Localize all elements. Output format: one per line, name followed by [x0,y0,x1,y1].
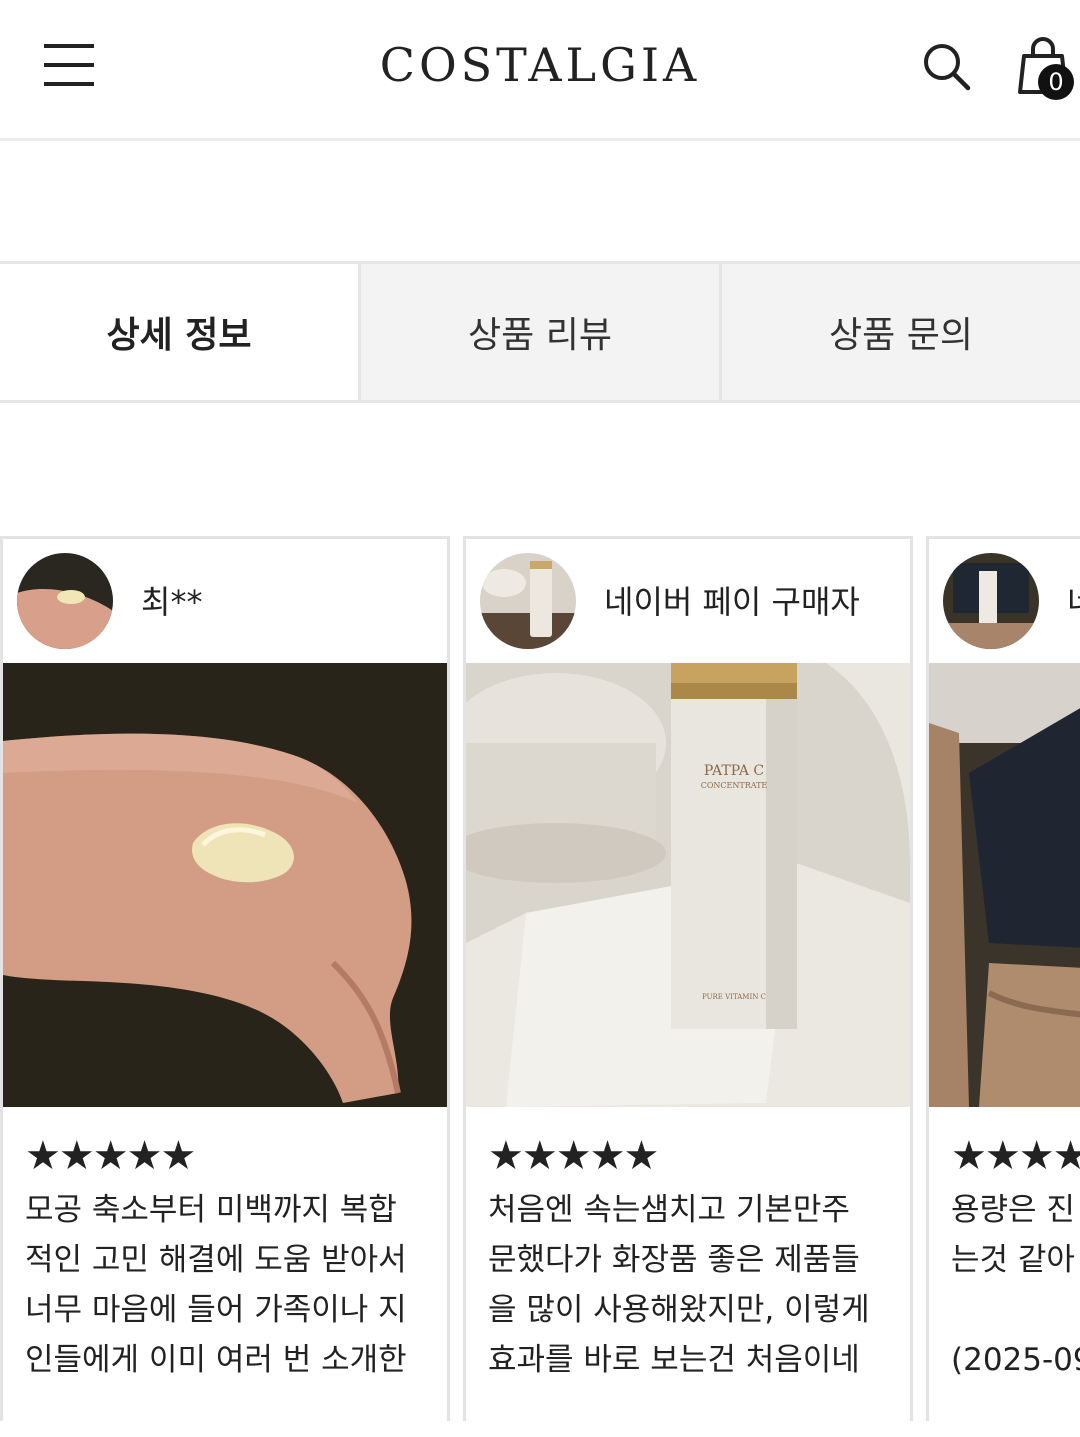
product-bottle-label: PATPA C CONCENTRATE [700,763,768,790]
reviewer-avatar [943,553,1039,649]
brand-logo[interactable]: COSTALGIA [0,38,1080,92]
tab-detail-info[interactable]: 상세 정보 [0,264,358,400]
review-text-line: 용량은 진 [951,1192,1075,1228]
product-bottle-sublabel: PURE VITAMIN C [702,993,766,1001]
tab-product-review[interactable]: 상품 리뷰 [358,264,719,400]
review-photo[interactable] [3,663,447,1107]
review-text-line [951,1285,1080,1335]
review-text-line: 는것 같아 [951,1242,1075,1278]
review-text-line: 적인 고민 해결에 도움 받아서 [25,1242,407,1278]
review-text: 처음엔 속는샘치고 기본만주 문했다가 화장품 좋은 제품들 을 많이 사용해왔… [488,1185,888,1385]
review-text-line: 을 많이 사용해왔지만, 이렇게 [488,1292,870,1328]
review-text-line: 너무 마음에 들어 가족이나 지 [25,1292,407,1328]
review-text-line: 처음엔 속는샘치고 기본만주 [488,1192,850,1228]
tab-product-inquiry[interactable]: 상품 문의 [719,264,1080,400]
review-carousel[interactable]: 최** ★★★★★ 모공 축소부터 미백까지 복합 적인 고민 해결에 도움 받… [0,536,1080,1421]
review-card[interactable]: 네이버 페이 구매자 PATPA C CONCENTRATE PURE VITA… [463,536,913,1421]
search-icon[interactable] [922,42,972,92]
review-text: 용량은 진 는것 같아 (2025-09 [951,1185,1080,1385]
review-text-line: 문했다가 화장품 좋은 제품들 [488,1242,860,1278]
star-rating: ★★★★★ [951,1133,1080,1179]
product-tabs: 상세 정보 상품 리뷰 상품 문의 [0,261,1080,403]
review-card[interactable]: 최** ★★★★★ 모공 축소부터 미백까지 복합 적인 고민 해결에 도움 받… [0,536,450,1421]
cart-count-badge: 0 [1038,64,1074,100]
review-text: 모공 축소부터 미백까지 복합 적인 고민 해결에 도움 받아서 너무 마음에 … [25,1185,425,1385]
review-photo[interactable] [929,663,1080,1107]
reviewer-name: 네 [1067,577,1080,623]
review-text-line: 인들에게 이미 여러 번 소개한 [25,1342,407,1378]
review-text-line: 모공 축소부터 미백까지 복합 [25,1192,397,1228]
review-text-line: 효과를 바로 보는건 처음이네 [488,1342,860,1378]
reviewer-avatar [480,553,576,649]
reviewer-name: 최** [141,583,203,621]
review-photo[interactable]: PATPA C CONCENTRATE PURE VITAMIN C [466,663,910,1107]
reviewer-name: 네이버 페이 구매자 [604,583,860,621]
review-card[interactable]: 네 ★★★★★ 용량은 진 는것 같아 (2025-09 [926,536,1080,1421]
top-header: COSTALGIA 0 [0,0,1080,141]
review-date: (2025-09 [951,1342,1080,1378]
reviewer-avatar [17,553,113,649]
star-rating: ★★★★★ [488,1133,659,1179]
star-rating: ★★★★★ [25,1133,196,1179]
